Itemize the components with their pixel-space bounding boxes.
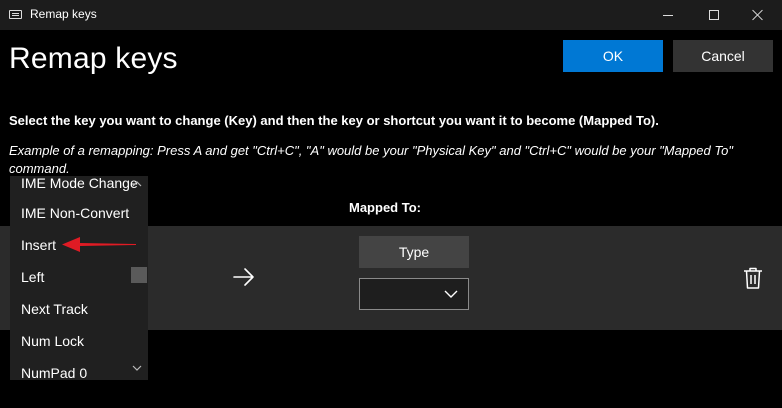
scrollbar-thumb[interactable] [131,267,147,283]
arrow-right-icon [233,268,254,286]
chevron-down-icon [444,290,458,298]
ok-button[interactable]: OK [563,40,663,72]
mapped-to-select[interactable] [359,278,469,310]
key-dropdown-list[interactable]: IME Mode Change IME Non-Convert Insert L… [10,176,148,380]
dropdown-item[interactable]: NumPad 0 [10,357,148,380]
page-title: Remap keys [9,42,178,75]
example-text: Example of a remapping: Press A and get … [9,143,733,176]
close-button[interactable] [736,0,780,30]
dropdown-item[interactable]: Next Track [10,293,148,325]
dropdown-item[interactable]: IME Non-Convert [10,197,148,229]
mapped-to-header: Mapped To: [349,200,421,215]
minimize-icon [663,14,673,16]
annotation-arrow-icon [62,237,136,252]
type-button[interactable]: Type [359,236,469,268]
dropdown-item[interactable]: Num Lock [10,325,148,357]
instruction-text: Select the key you want to change (Key) … [9,113,659,128]
close-icon [752,9,764,21]
trash-icon[interactable] [742,266,764,290]
cancel-button[interactable]: Cancel [673,40,773,72]
window-title: Remap keys [30,7,97,21]
dropdown-item[interactable]: Left [10,261,148,293]
title-bar: Remap keys [0,0,782,30]
scroll-down-icon[interactable] [132,364,142,372]
scroll-up-icon[interactable] [132,180,142,188]
keyboard-icon [9,10,22,19]
dropdown-item[interactable]: IME Mode Change [10,176,148,199]
maximize-button[interactable] [692,0,736,30]
minimize-button[interactable] [646,0,690,30]
maximize-icon [709,10,719,20]
